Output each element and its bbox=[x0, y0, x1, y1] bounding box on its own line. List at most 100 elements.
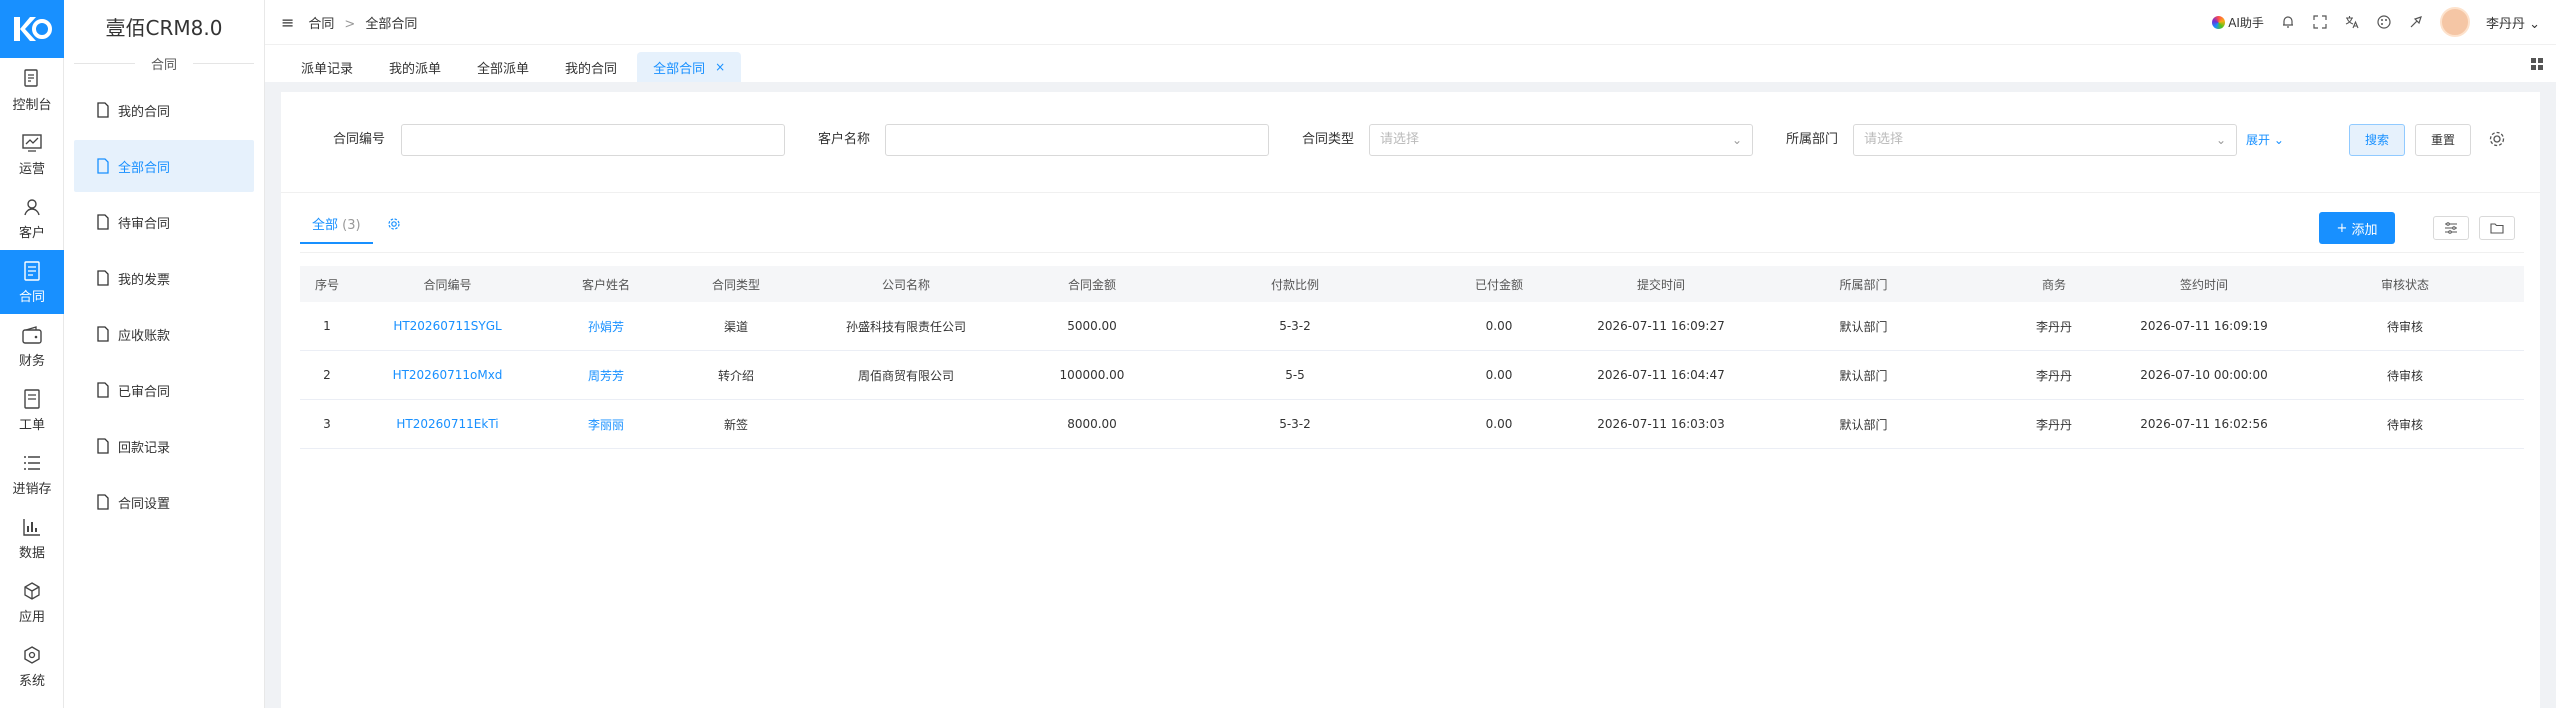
gear-icon[interactable] bbox=[2488, 130, 2508, 150]
rail-item-9[interactable]: 系统 bbox=[0, 634, 64, 698]
avatar[interactable] bbox=[2439, 7, 2470, 37]
contract-type-label: 合同类型 bbox=[1302, 132, 1355, 147]
customer-name-link[interactable]: 李丽丽 bbox=[541, 416, 671, 433]
rail-item-1[interactable]: 运营 bbox=[0, 122, 64, 186]
rail-item-label: 运营 bbox=[18, 161, 45, 177]
column-header: 合同金额 bbox=[1067, 277, 1116, 292]
rail-item-3[interactable]: 合同 bbox=[0, 250, 64, 314]
rail-item-4[interactable]: 财务 bbox=[0, 314, 64, 378]
file-icon bbox=[97, 326, 109, 342]
rail-item-8[interactable]: 应用 bbox=[0, 570, 64, 634]
export-button[interactable] bbox=[2479, 216, 2515, 240]
clear-cache-icon[interactable] bbox=[2408, 14, 2424, 30]
rail-item-5[interactable]: 工单 bbox=[0, 378, 64, 442]
page-tab-0[interactable]: 派单记录 bbox=[285, 52, 369, 82]
rail-item-0[interactable]: 控制台 bbox=[0, 58, 64, 122]
dashboard-icon bbox=[21, 68, 43, 90]
close-icon[interactable]: × bbox=[715, 60, 725, 74]
table-cell: 2026-07-11 16:03:03 bbox=[1597, 417, 1725, 431]
customer-name-input[interactable] bbox=[885, 124, 1269, 156]
page-tab-label: 派单记录 bbox=[301, 61, 354, 77]
submenu-item-0[interactable]: 我的合同 bbox=[74, 84, 254, 136]
cube-icon bbox=[21, 580, 43, 602]
folder-icon bbox=[2490, 223, 2504, 234]
table-cell: 待审核 bbox=[2386, 319, 2423, 334]
column-settings-button[interactable] bbox=[2433, 216, 2469, 240]
chevron-down-icon: ⌄ bbox=[2215, 133, 2226, 147]
search-button[interactable]: 搜索 bbox=[2349, 124, 2405, 156]
expand-filters-link[interactable]: 展开 ⌄ bbox=[2246, 124, 2284, 156]
ai-assistant-button[interactable]: AI助手 bbox=[2212, 14, 2264, 31]
reset-button[interactable]: 重置 bbox=[2415, 124, 2471, 156]
contract-no-link[interactable]: HT20260711EkTi bbox=[354, 417, 541, 431]
rail-item-7[interactable]: 数据 bbox=[0, 506, 64, 570]
submenu-item-7[interactable]: 合同设置 bbox=[74, 476, 254, 528]
table-cell: 默认部门 bbox=[1839, 319, 1888, 334]
column-header: 序号 bbox=[314, 277, 339, 292]
rail-item-label: 工单 bbox=[18, 417, 45, 433]
contract-no-link[interactable]: HT20260711SYGL bbox=[354, 319, 541, 333]
palette-icon[interactable] bbox=[2376, 14, 2392, 30]
table-cell: 待审核 bbox=[2386, 368, 2423, 383]
contract-no-link[interactable]: HT20260711oMxd bbox=[354, 368, 541, 382]
submenu-item-5[interactable]: 已审合同 bbox=[74, 364, 254, 416]
table-cell: 转介绍 bbox=[717, 368, 754, 383]
column-header: 已付金额 bbox=[1474, 277, 1523, 292]
translate-icon[interactable] bbox=[2344, 14, 2360, 30]
fullscreen-icon[interactable] bbox=[2312, 14, 2328, 30]
menu-toggle-icon[interactable]: ≡ bbox=[281, 13, 294, 32]
app-logo[interactable] bbox=[0, 0, 64, 58]
page-tabs-bar: 派单记录 我的派单 全部派单 我的合同 全部合同 × bbox=[265, 44, 2556, 82]
table-cell: 渠道 bbox=[723, 319, 748, 334]
contract-type-select[interactable]: 请选择 ⌄ bbox=[1369, 124, 1753, 156]
submenu-item-1[interactable]: 全部合同 bbox=[74, 140, 254, 192]
table-cell: 0.00 bbox=[1485, 368, 1513, 382]
submenu-item-4[interactable]: 应收账款 bbox=[74, 308, 254, 360]
table-cell: 孙盛科技有限责任公司 bbox=[845, 319, 966, 334]
sliders-icon bbox=[2445, 222, 2457, 234]
submenu-item-3[interactable]: 我的发票 bbox=[74, 252, 254, 304]
table-header: 序号 合同编号 客户姓名 合同类型 公司名称 合同金额 付款比例 已付金额 提交时间 所属部门 商务… bbox=[300, 266, 2524, 302]
sub-section-title: 合同 bbox=[64, 52, 264, 74]
page-tab-1[interactable]: 我的派单 bbox=[373, 52, 457, 82]
table-row[interactable]: 1 HT20260711SYGL 孙娟芳 渠道 孙盛科技有限责任公司 5000.00 5-3… bbox=[300, 302, 2524, 351]
column-header: 合同类型 bbox=[711, 277, 760, 292]
table-cell: 周佰商贸有限公司 bbox=[857, 368, 954, 383]
chevron-down-icon: ⌄ bbox=[2529, 16, 2540, 32]
grid-icon[interactable] bbox=[2530, 57, 2544, 75]
table-cell: 5000.00 bbox=[1067, 319, 1117, 333]
table-row[interactable]: 2 HT20260711oMxd 周芳芳 转介绍 周佰商贸有限公司 100000.00 5-… bbox=[300, 351, 2524, 400]
column-header: 公司名称 bbox=[881, 277, 930, 292]
submenu-item-label: 已审合同 bbox=[118, 384, 171, 400]
page-tab-2[interactable]: 全部派单 bbox=[461, 52, 545, 82]
user-name[interactable]: 李丹丹 ⌄ bbox=[2486, 13, 2540, 32]
rail-item-2[interactable]: 客户 bbox=[0, 186, 64, 250]
rail-item-label: 财务 bbox=[18, 353, 45, 369]
filter-divider bbox=[281, 192, 2540, 193]
file-icon bbox=[97, 214, 109, 230]
submenu-item-6[interactable]: 回款记录 bbox=[74, 420, 254, 472]
tab-settings-gear-icon[interactable] bbox=[387, 217, 401, 235]
customer-name-link[interactable]: 孙娟芳 bbox=[541, 318, 671, 335]
ai-icon bbox=[2212, 15, 2226, 29]
page-tab-4[interactable]: 全部合同 × bbox=[637, 52, 742, 82]
table-cell: 3 bbox=[323, 417, 331, 431]
add-contract-button[interactable]: + 添加 bbox=[2319, 212, 2395, 244]
table-cell: 李丹丹 bbox=[2035, 417, 2072, 432]
page-tab-3[interactable]: 我的合同 bbox=[549, 52, 633, 82]
contracts-table: 序号 合同编号 客户姓名 合同类型 公司名称 合同金额 付款比例 已付金额 提交时间 所属部门 商务… bbox=[300, 266, 2524, 449]
table-cell: 0.00 bbox=[1485, 417, 1513, 431]
user-icon bbox=[21, 196, 43, 218]
submenu-item-label: 我的合同 bbox=[118, 104, 171, 120]
tab-all[interactable]: 全部 (3) bbox=[300, 208, 373, 244]
contract-no-input[interactable] bbox=[401, 124, 785, 156]
table-row[interactable]: 3 HT20260711EkTi 李丽丽 新签 8000.00 5-3-2 0.00 2026… bbox=[300, 400, 2524, 449]
customer-name-link[interactable]: 周芳芳 bbox=[541, 367, 671, 384]
bell-icon[interactable] bbox=[2280, 14, 2296, 30]
department-select[interactable]: 请选择 ⌄ bbox=[1853, 124, 2237, 156]
submenu-item-label: 回款记录 bbox=[118, 440, 171, 456]
submenu-item-2[interactable]: 待审合同 bbox=[74, 196, 254, 248]
rail-item-label: 进销存 bbox=[12, 481, 52, 497]
breadcrumb-item-contract[interactable]: 合同 bbox=[308, 17, 334, 32]
rail-item-6[interactable]: 进销存 bbox=[0, 442, 64, 506]
